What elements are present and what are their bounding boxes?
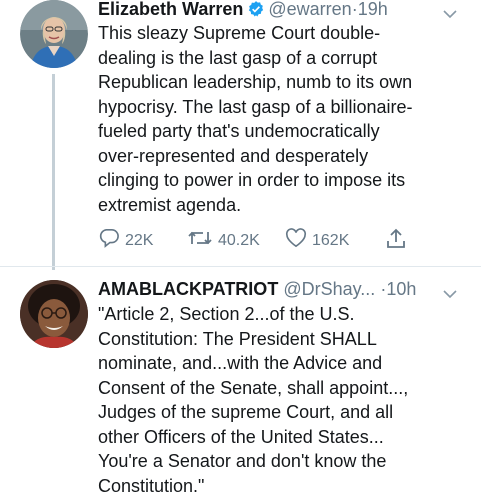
thread-line — [52, 74, 55, 270]
divider — [0, 266, 481, 267]
tweet-text-line: hypocrisy. The last gasp of a billionair… — [98, 96, 413, 117]
tweet-text-line: dealing is the last gasp of a corrupt — [98, 47, 378, 68]
tweet-text-line: other Officers of the United States... — [98, 426, 384, 447]
tweet-text-line: Constitution." — [98, 475, 205, 496]
display-name[interactable]: Elizabeth Warren — [98, 0, 243, 19]
tweet-text-line: Consent of the Senate, shall appoint..., — [98, 377, 409, 398]
tweet[interactable]: AMABLACKPATRIOT @DrShay... ·10h "Article… — [0, 268, 481, 500]
tweet-text-line: fueled party that's undemocratically — [98, 121, 380, 141]
timestamp[interactable]: 10h — [386, 279, 416, 299]
share-icon — [385, 228, 412, 255]
display-name[interactable]: AMABLACKPATRIOT — [98, 279, 278, 299]
tweet-text-line: Republican leadership, numb to its own — [98, 72, 413, 92]
tweet-text-line: Constitution: The President SHALL — [98, 328, 377, 349]
retweet-icon — [187, 228, 218, 253]
tweet-text: "Article 2, Section 2...of the U.S. Cons… — [98, 302, 468, 498]
handle[interactable]: @DrShay... — [283, 279, 375, 299]
tweet-header: AMABLACKPATRIOT @DrShay... ·10h — [98, 278, 471, 300]
retweet-button[interactable]: 40.2K — [187, 228, 260, 253]
tweet-header: Elizabeth Warren @ewarren·19h — [98, 0, 471, 23]
tweet-text-line: Judges of the supreme Court, and all — [98, 402, 394, 422]
tweet[interactable]: Elizabeth Warren @ewarren·19h This sleazy… — [0, 0, 481, 270]
timestamp[interactable]: 19h — [358, 0, 388, 19]
retweet-count: 40.2K — [218, 231, 260, 249]
like-button[interactable]: 162K — [285, 228, 349, 253]
tweet-text-line: This sleazy Supreme Court double- — [98, 23, 381, 43]
like-count: 162K — [312, 231, 350, 249]
tweet-text-line: "Article 2, Section 2...of the U.S. — [98, 304, 355, 324]
tweet-actions: 22K 40.2K 162K — [98, 228, 418, 254]
tweet-text-line: extremist agenda. — [98, 194, 242, 215]
tweet-text-line: You're a Senator and don't know the — [98, 451, 387, 471]
chevron-down-icon[interactable] — [443, 282, 457, 304]
like-icon — [285, 228, 312, 253]
reply-count: 22K — [125, 231, 154, 249]
reply-icon — [98, 228, 125, 253]
share-button[interactable] — [385, 228, 412, 255]
verified-badge-icon — [247, 0, 265, 23]
tweet-text-line: over-represented and desperately — [98, 145, 369, 166]
handle[interactable]: @ewarren — [268, 0, 351, 19]
tweet-text-line: nominate, and...with the Advice and — [98, 353, 383, 373]
avatar[interactable] — [20, 280, 88, 348]
avatar[interactable] — [20, 0, 88, 68]
tweet-text: This sleazy Supreme Court double- dealin… — [98, 21, 468, 217]
tweet-text-line: clinging to power in order to impose its — [98, 170, 406, 190]
reply-button[interactable]: 22K — [98, 228, 153, 253]
